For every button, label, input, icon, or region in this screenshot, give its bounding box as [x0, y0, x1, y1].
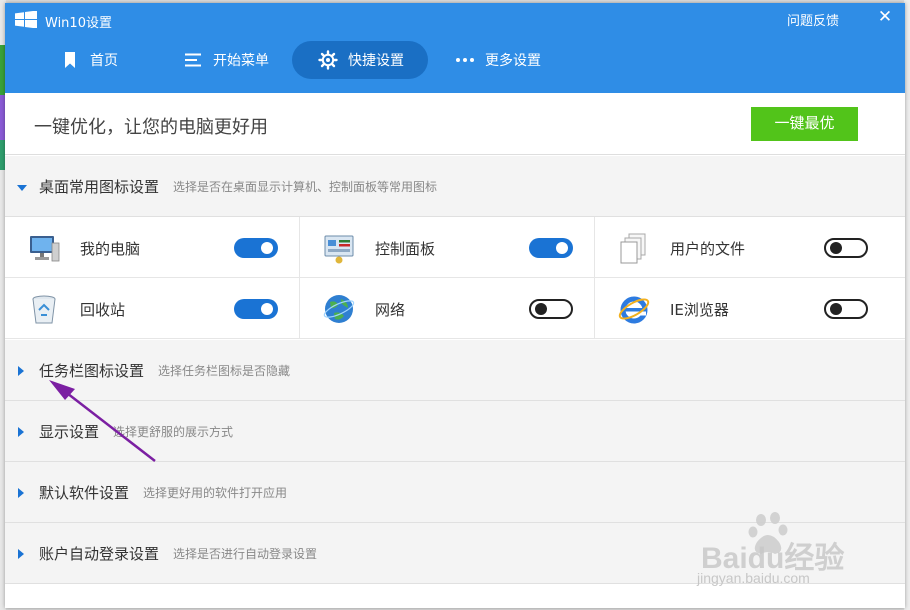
desktop-icon-grid: 我的电脑 控制面板 用户的文件 回收站 网络 IE浏览器 [5, 217, 905, 339]
more-icon [456, 58, 474, 62]
network-globe-icon [323, 295, 355, 323]
nav-item-label: 更多设置 [485, 53, 541, 69]
section-title: 默认软件设置 [39, 483, 130, 502]
bookmark-icon [65, 52, 75, 68]
computer-icon [30, 236, 60, 262]
control-panel-toggle[interactable] [529, 238, 573, 258]
baidu-watermark: Baidu经验 jingyan.baidu.com [695, 508, 870, 598]
toggle-knob [261, 303, 273, 315]
section-description: 选择更好用的软件打开应用 [143, 485, 288, 500]
ie-browser-toggle[interactable] [824, 299, 868, 319]
desktop-icon-label: 控制面板 [375, 240, 436, 258]
section-display[interactable]: 显示设置 选择更舒服的展示方式 [5, 401, 905, 462]
app-window: Win10设置 问题反馈 ✕ 首页 开始菜单 快捷设置 更多设置 一键优化，让您… [5, 3, 905, 608]
section-title: 任务栏图标设置 [39, 361, 145, 380]
section-description: 选择更舒服的展示方式 [113, 424, 234, 439]
gear-icon [318, 50, 338, 70]
section-description: 选择是否进行自动登录设置 [173, 546, 318, 561]
recycle-bin-toggle[interactable] [234, 299, 278, 319]
optimize-panel: 一键优化，让您的电脑更好用 一键最优 [5, 93, 905, 155]
nav-item-label: 快捷设置 [348, 53, 404, 69]
section-description: 选择是否在桌面显示计算机、控制面板等常用图标 [173, 179, 438, 194]
header-bar: Win10设置 问题反馈 ✕ 首页 开始菜单 快捷设置 更多设置 [5, 3, 905, 93]
watermark-domain: jingyan.baidu.com [697, 570, 810, 586]
ie-browser-icon [618, 296, 650, 324]
collapsed-arrow-icon [5, 422, 39, 441]
section-title: 桌面常用图标设置 [39, 177, 160, 196]
desktop-icon-label: 我的电脑 [80, 240, 141, 258]
desktop-icon-item: 回收站 [5, 278, 300, 339]
section-description: 选择任务栏图标是否隐藏 [158, 363, 291, 378]
desktop-icon-item: IE浏览器 [595, 278, 905, 339]
section-desktop-icons[interactable]: 桌面常用图标设置 选择是否在桌面显示计算机、控制面板等常用图标 [5, 156, 905, 217]
nav-item-home[interactable]: 首页 [60, 41, 118, 79]
desktop-icon-item: 控制面板 [300, 217, 595, 278]
desktop-icon-label: 网络 [375, 301, 406, 319]
control-panel-icon [324, 235, 354, 264]
toggle-knob [261, 242, 273, 254]
collapsed-arrow-icon [5, 483, 39, 502]
optimize-slogan: 一键优化，让您的电脑更好用 [34, 117, 268, 138]
my-computer-toggle[interactable] [234, 238, 278, 258]
network-toggle[interactable] [529, 299, 573, 319]
documents-icon [620, 233, 646, 264]
collapsed-arrow-icon [5, 544, 39, 563]
toggle-knob [830, 242, 842, 254]
user-files-toggle[interactable] [824, 238, 868, 258]
nav-item-quick-settings[interactable]: 快捷设置 [292, 41, 428, 79]
app-title: Win10设置 [45, 16, 112, 31]
close-button[interactable]: ✕ [875, 7, 895, 27]
section-taskbar-icons[interactable]: 任务栏图标设置 选择任务栏图标是否隐藏 [5, 340, 905, 401]
nav-item-label: 开始菜单 [213, 53, 269, 69]
desktop-icon-label: 回收站 [80, 301, 126, 319]
expanded-arrow-icon [5, 177, 39, 196]
desktop-icon-item: 网络 [300, 278, 595, 339]
section-title: 显示设置 [39, 422, 100, 441]
desktop-icon-label: 用户的文件 [670, 240, 746, 258]
collapsed-arrow-icon [5, 361, 39, 380]
one-click-optimize-button[interactable]: 一键最优 [751, 107, 858, 141]
desktop-icon-item: 用户的文件 [595, 217, 905, 278]
toggle-knob [830, 303, 842, 315]
recycle-bin-icon [32, 295, 56, 324]
toggle-knob [535, 303, 547, 315]
desktop-icon-label: IE浏览器 [670, 301, 729, 319]
title-bar: Win10设置 问题反馈 ✕ [5, 3, 905, 35]
toggle-knob [556, 242, 568, 254]
main-nav: 首页 开始菜单 快捷设置 更多设置 [5, 41, 905, 79]
section-title: 账户自动登录设置 [39, 544, 160, 563]
windows-logo-icon [15, 11, 37, 28]
nav-item-label: 首页 [90, 53, 118, 69]
nav-item-more-settings[interactable]: 更多设置 [455, 41, 541, 79]
nav-item-start-menu[interactable]: 开始菜单 [183, 41, 269, 79]
desktop-icon-item: 我的电脑 [5, 217, 300, 278]
feedback-link[interactable]: 问题反馈 [787, 10, 839, 29]
menu-icon [185, 53, 201, 67]
